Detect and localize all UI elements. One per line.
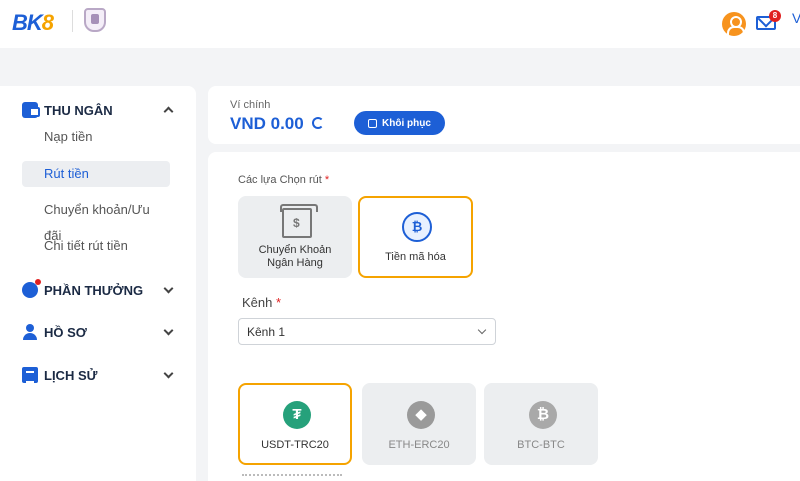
sidebar-section-history[interactable]: LỊCH SỬ [22,363,182,387]
sidebar-item-deposit[interactable]: Nạp tiền [22,124,170,150]
network-label: ETH-ERC20 [388,439,450,451]
chevron-down-icon [163,283,174,294]
method-label: Tiền mã hóa [385,251,446,263]
network-label: BTC-BTC [517,439,565,451]
mail-badge: 8 [769,10,781,22]
brand-logo[interactable]: BK8 [12,10,54,36]
chevron-down-icon [163,368,174,379]
method-bank-transfer[interactable]: Chuyển Khoản Ngân Hàng [238,196,352,278]
network-usdt-trc20[interactable]: ₮ USDT-TRC20 [238,383,352,465]
network-eth-erc20[interactable]: ◆ ETH-ERC20 [362,383,476,465]
chevron-up-icon [163,106,174,117]
sidebar-section-label: HỒ SƠ [44,324,87,340]
eth-icon: ◆ [407,401,435,429]
bank-icon [280,204,318,238]
sidebar-section-cashier[interactable]: THU NGÂN [22,98,182,122]
logo-suffix: 8 [41,10,54,35]
wallet-label: Ví chính [230,99,271,111]
withdraw-options-label: Các lựa Chọn rút * [238,174,329,186]
refresh-icon[interactable] [312,117,324,129]
history-icon [22,367,38,383]
required-mark: * [276,295,282,310]
user-name-initial[interactable]: V [792,10,800,26]
sidebar-item-withdraw-details[interactable]: Chi tiết rút tiền [22,233,170,259]
required-mark: * [324,174,330,186]
wallet-icon [22,102,40,118]
wallet-card: Ví chính VND 0.00 Khôi phục [208,86,800,144]
withdraw-options-text: Các lựa Chọn rút [238,174,322,186]
cut-off-field [242,474,342,481]
channel-label: Kênh * [242,295,281,310]
network-btc-btc[interactable]: ₿ BTC-BTC [484,383,598,465]
channel-select-value: Kênh 1 [247,325,286,339]
withdraw-form-card: Các lựa Chọn rút * Chuyển Khoản Ngân Hàn… [208,152,800,481]
sidebar-section-label: PHẦN THƯỞNG [44,282,144,298]
btc-icon: ₿ [529,401,557,429]
method-crypto[interactable]: ₿ Tiền mã hóa [358,196,473,278]
bag-icon [368,118,378,128]
partner-crest-icon [84,8,106,32]
sidebar-section-label: THU NGÂN [44,102,113,118]
sidebar-item-transfer[interactable]: Chuyển khoản/Ưu đãi [22,197,170,243]
profile-icon [22,324,38,340]
sidebar-section-rewards[interactable]: PHẦN THƯỞNG [22,278,182,302]
sidebar-item-withdraw[interactable]: Rút tiền [22,161,170,187]
crypto-icon: ₿ [402,212,432,242]
network-label: USDT-TRC20 [261,439,329,451]
restore-button-label: Khôi phục [382,117,431,129]
logo-prefix: BK [12,10,43,35]
user-avatar-icon[interactable] [722,12,746,36]
chevron-down-icon [477,325,487,335]
reward-icon [22,279,41,298]
sidebar-section-profile[interactable]: HỒ SƠ [22,320,182,344]
logo-divider [72,10,73,32]
restore-button[interactable]: Khôi phục [354,111,445,135]
method-label: Chuyển Khoản Ngân Hàng [258,244,332,269]
channel-label-text: Kênh [242,295,273,310]
channel-select[interactable]: Kênh 1 [238,318,496,345]
sidebar-section-label: LỊCH SỬ [44,367,98,383]
chevron-down-icon [163,325,174,336]
tether-icon: ₮ [283,401,311,429]
top-header: BK8 8 V [0,0,800,48]
sidebar: THU NGÂN Nạp tiền Rút tiền Chuyển khoản/… [0,86,196,481]
wallet-balance: VND 0.00 [230,114,304,133]
